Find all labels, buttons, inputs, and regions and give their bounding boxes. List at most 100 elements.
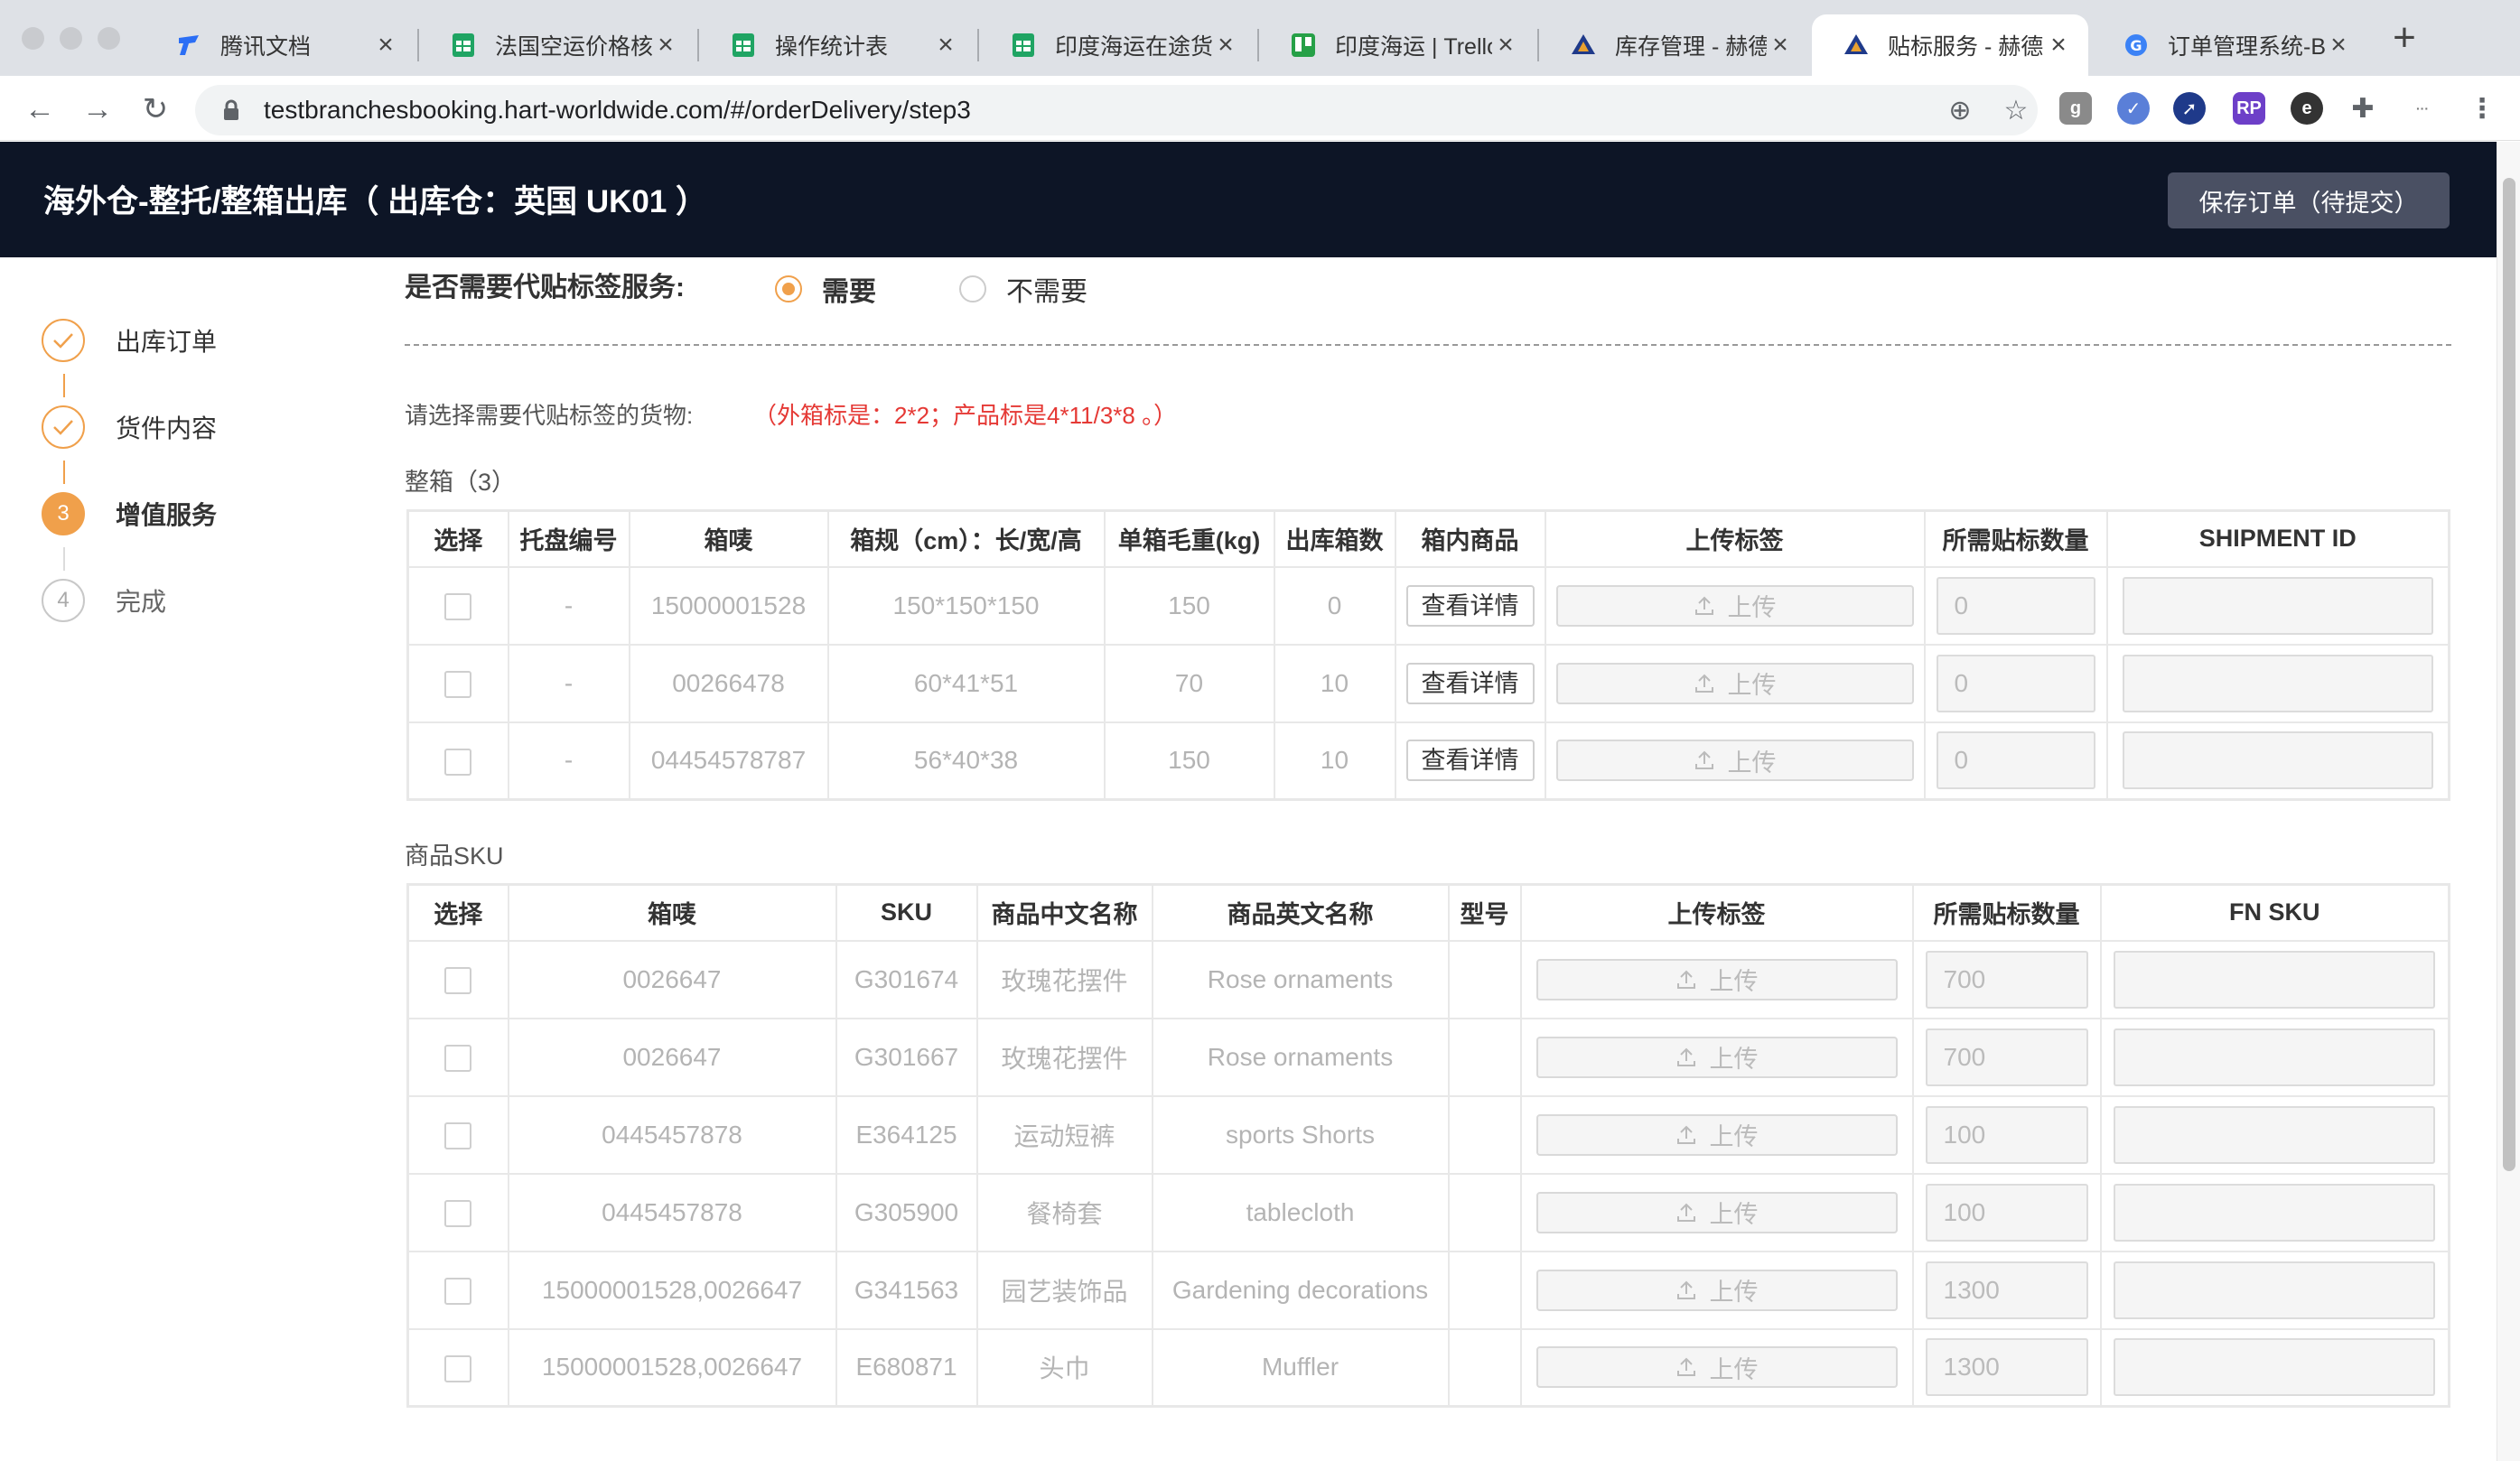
label-qty-input[interactable]: 100	[1925, 1183, 2088, 1242]
label-qty-input[interactable]: 100	[1925, 1105, 2088, 1164]
browser-tab-2[interactable]: 法国空运价格核算 ×	[419, 14, 695, 76]
radio-need[interactable]: 需要	[775, 269, 876, 309]
table-row: - 04454578787 56*40*38 150 10 查看详情 上传 0	[406, 721, 2450, 801]
upload-label-button[interactable]: 上传	[1535, 1191, 1898, 1233]
col-header: 选择	[406, 509, 509, 568]
mark-cell: 04454578787	[628, 721, 829, 801]
row-checkbox[interactable]	[444, 1121, 472, 1149]
step-complete: 4 完成	[42, 579, 166, 622]
tab-close-icon[interactable]: ×	[2045, 30, 2072, 60]
back-arrow-icon[interactable]: ←	[22, 92, 58, 128]
window-minimize-dot[interactable]	[60, 27, 82, 50]
label-qty-input[interactable]: 1300	[1925, 1261, 2088, 1319]
extension-save-icon[interactable]: g	[2059, 92, 2092, 125]
browser-tab-8[interactable]: G 订单管理系统-Booking ×	[2092, 14, 2368, 76]
tab-close-icon[interactable]: ×	[652, 30, 679, 60]
sheet-icon	[730, 32, 757, 59]
view-detail-button[interactable]: 查看详情	[1405, 740, 1535, 782]
forward-arrow-icon[interactable]: →	[79, 92, 116, 128]
page-scrollbar[interactable]	[2497, 142, 2520, 1461]
extension-rp-icon[interactable]: RP	[2233, 92, 2265, 125]
sku-cell: G301667	[835, 1017, 978, 1097]
extension-rocket-icon[interactable]: ➚	[2173, 92, 2206, 125]
browser-tab-5[interactable]: 印度海运 | Trello ×	[1259, 14, 1535, 76]
radio-not-need[interactable]: 不需要	[959, 269, 1087, 309]
extension-e-icon[interactable]: e	[2291, 92, 2323, 125]
tab-close-icon[interactable]: ×	[1212, 30, 1239, 60]
tab-close-icon[interactable]: ×	[2325, 30, 2352, 60]
bookmark-star-icon[interactable]: ☆	[2000, 96, 2032, 128]
browser-tab-4[interactable]: 印度海运在途货物 ×	[979, 14, 1255, 76]
row-checkbox[interactable]	[444, 966, 472, 994]
label-qty-input[interactable]: 1300	[1925, 1338, 2088, 1397]
fnsku-input[interactable]	[2114, 1261, 2436, 1319]
fnsku-input[interactable]	[2114, 1338, 2436, 1397]
upload-label-button[interactable]: 上传	[1535, 1346, 1898, 1389]
label-qty-input[interactable]: 700	[1925, 950, 2088, 1009]
save-order-button[interactable]: 保存订单（待提交）	[2168, 172, 2450, 228]
step-shipment-content: 货件内容	[42, 405, 217, 449]
extension-small-icon[interactable]: ···	[2406, 92, 2439, 125]
reload-icon[interactable]: ↻	[137, 92, 173, 128]
tencent-docs-icon	[175, 32, 202, 59]
extension-circle-icon[interactable]: ✓	[2117, 92, 2150, 125]
col-header: 所需贴标数量	[1911, 883, 2102, 942]
browser-tab-7[interactable]: 贴标服务 - 赫德国际 ×	[1812, 14, 2088, 76]
window-close-dot[interactable]	[22, 27, 44, 50]
row-checkbox[interactable]	[444, 1044, 472, 1072]
row-checkbox[interactable]	[444, 1354, 472, 1382]
row-checkbox[interactable]	[444, 1277, 472, 1305]
fnsku-input[interactable]	[2114, 1105, 2436, 1164]
address-bar[interactable]: testbranchesbooking.hart-worldwide.com/#…	[195, 85, 2038, 135]
sku-header-row: 选择 箱唛 SKU 商品中文名称 商品英文名称 型号 上传标签 所需贴标数量 F…	[406, 883, 2450, 942]
sku-cell: E364125	[835, 1094, 978, 1175]
upload-icon	[1676, 1357, 1695, 1377]
upload-icon	[1694, 596, 1713, 615]
model-cell	[1447, 1017, 1522, 1097]
col-header: FN SKU	[2099, 883, 2450, 942]
view-detail-button[interactable]: 查看详情	[1405, 584, 1535, 627]
upload-icon	[1694, 674, 1713, 693]
table-row: - 15000001528 150*150*150 150 0 查看详情 上传 …	[406, 565, 2450, 646]
extensions-puzzle-icon[interactable]: ✚	[2347, 92, 2379, 125]
browser-tab-6[interactable]: 库存管理 - 赫德国际 ×	[1539, 14, 1810, 76]
fnsku-input[interactable]	[2114, 950, 2436, 1009]
label-qty-input[interactable]: 0	[1936, 731, 2095, 790]
fnsku-input[interactable]	[2114, 1028, 2436, 1086]
shipment-id-input[interactable]	[2122, 576, 2433, 635]
check-icon	[42, 319, 85, 362]
shipment-id-input[interactable]	[2122, 731, 2433, 790]
browser-tab-1[interactable]: 腾讯文档 ×	[145, 14, 415, 76]
upload-label-button[interactable]: 上传	[1535, 1036, 1898, 1078]
label-qty-input[interactable]: 0	[1936, 654, 2095, 712]
fnsku-input[interactable]	[2114, 1183, 2436, 1242]
upload-label-button[interactable]: 上传	[1535, 1113, 1898, 1156]
row-checkbox[interactable]	[444, 670, 472, 698]
scrollbar-thumb[interactable]	[2503, 178, 2515, 1171]
row-checkbox[interactable]	[444, 748, 472, 776]
tab-close-icon[interactable]: ×	[1767, 30, 1794, 60]
upload-label-button[interactable]: 上传	[1535, 958, 1898, 1000]
shipment-id-input[interactable]	[2122, 654, 2433, 712]
count-cell: 0	[1273, 565, 1396, 646]
view-detail-button[interactable]: 查看详情	[1405, 662, 1535, 704]
new-tab-icon[interactable]: +	[2385, 18, 2424, 60]
install-plus-icon[interactable]: ⊕	[1944, 96, 1976, 128]
browser-menu-icon[interactable]: ⋮	[2466, 92, 2498, 125]
col-header: 箱唛	[628, 509, 829, 568]
tab-close-icon[interactable]: ×	[1492, 30, 1519, 60]
browser-tab-3[interactable]: 操作统计表 ×	[699, 14, 975, 76]
upload-label-button[interactable]: 上传	[1555, 662, 1914, 704]
upload-label-button[interactable]: 上传	[1555, 740, 1914, 782]
boxes-header-row: 选择 托盘编号 箱唛 箱规（cm）：长/宽/高 单箱毛重(kg) 出库箱数 箱内…	[406, 509, 2450, 568]
row-checkbox[interactable]	[444, 592, 472, 620]
tab-close-icon[interactable]: ×	[932, 30, 959, 60]
tab-close-icon[interactable]: ×	[372, 30, 399, 60]
window-zoom-dot[interactable]	[98, 27, 120, 50]
upload-label-button[interactable]: 上传	[1555, 584, 1914, 627]
label-qty-input[interactable]: 0	[1936, 576, 2095, 635]
upload-label-button[interactable]: 上传	[1535, 1269, 1898, 1311]
row-checkbox[interactable]	[444, 1199, 472, 1227]
label-qty-input[interactable]: 700	[1925, 1028, 2088, 1086]
table-row: 0445457878 E364125 运动短裤 sports Shorts 上传…	[406, 1094, 2450, 1175]
